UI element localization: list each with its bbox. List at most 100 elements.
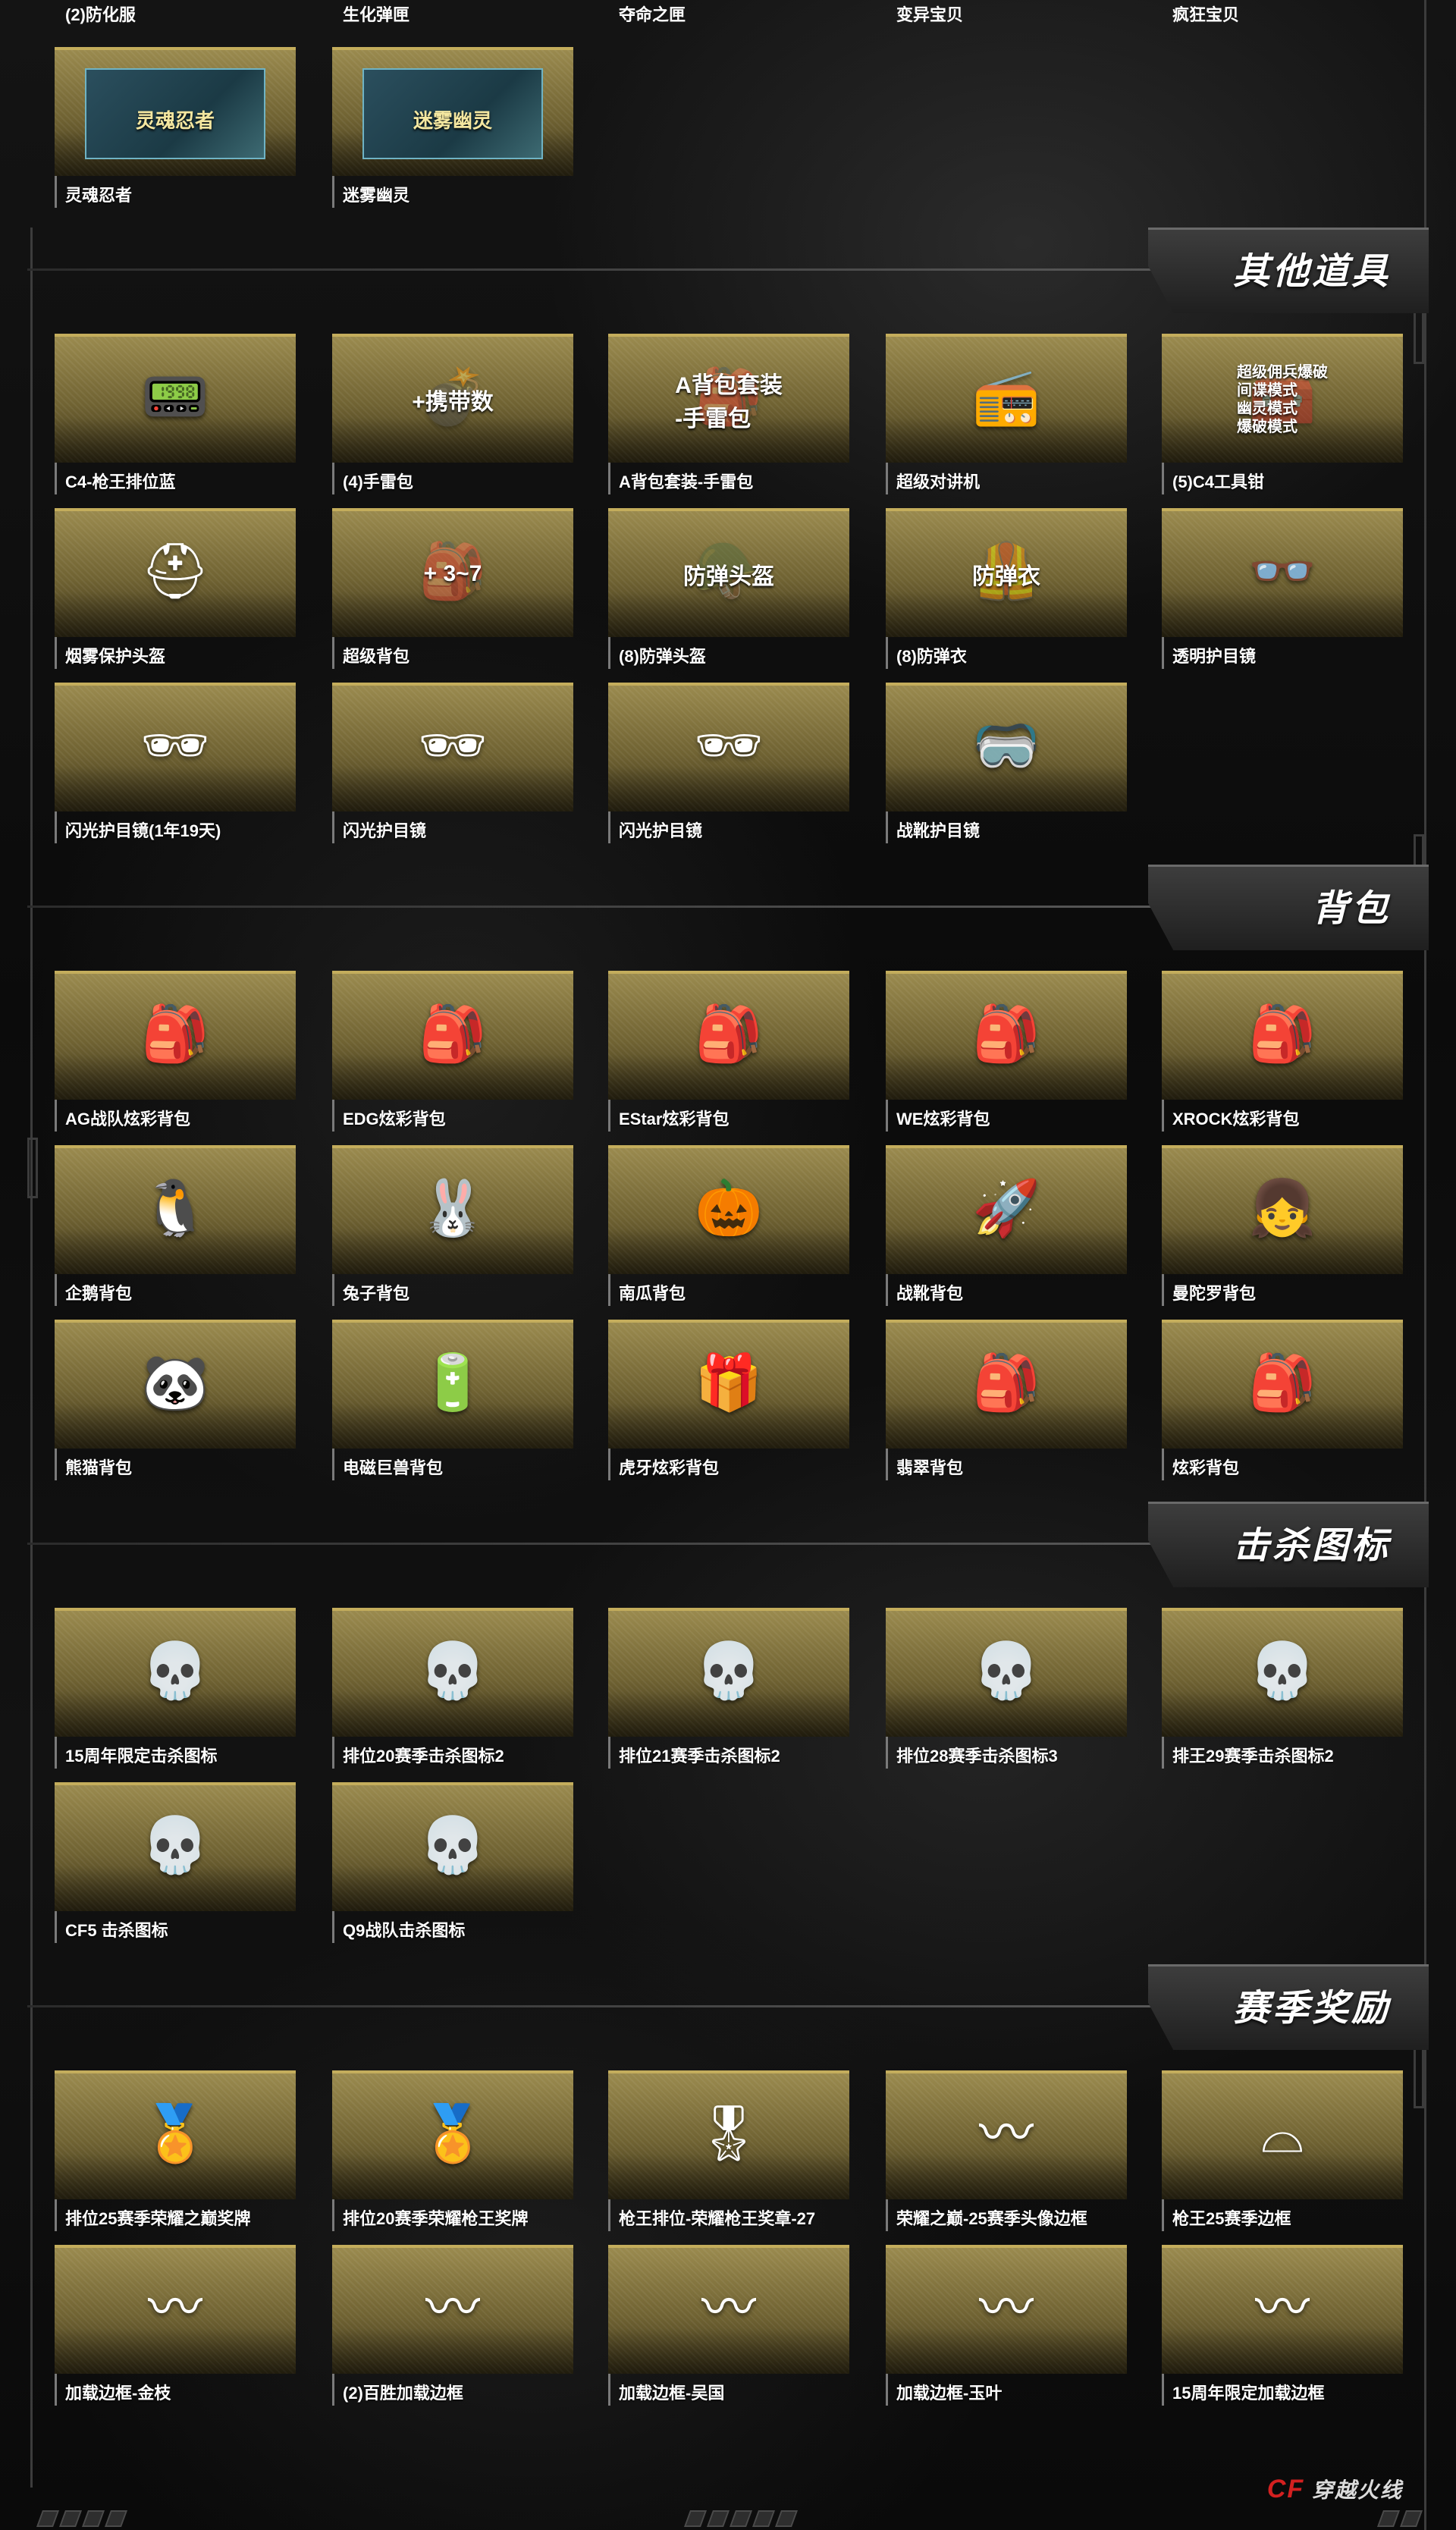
item-card[interactable]: 〰 15周年限定加载边框	[1162, 2245, 1403, 2419]
item-thumbnail[interactable]: 📟	[55, 334, 296, 463]
item-thumbnail[interactable]: 🎃	[608, 1145, 849, 1274]
item-thumbnail[interactable]: 💀	[332, 1782, 573, 1911]
item-thumbnail[interactable]: 🐧	[55, 1145, 296, 1274]
item-thumbnail[interactable]: 🦺 防弹衣	[886, 508, 1127, 637]
item-card[interactable]: 🕶 闪光护目镜	[608, 683, 849, 857]
item-thumbnail[interactable]: 🎒	[55, 971, 296, 1100]
item-thumbnail[interactable]: 灵魂忍者	[55, 47, 296, 176]
item-card[interactable]: 🎃 南瓜背包	[608, 1145, 849, 1320]
item-card[interactable]: 🎒 AG战队炫彩背包	[55, 971, 296, 1145]
item-thumbnail[interactable]: 🕶	[608, 683, 849, 811]
item-thumbnail[interactable]: 🎒 A背包套装 -手雷包	[608, 334, 849, 463]
item-thumbnail[interactable]: 🎖	[608, 2070, 849, 2199]
item-thumbnail[interactable]: 〰	[608, 2245, 849, 2374]
item-card[interactable]: 💣 +携带数 (4)手雷包	[332, 334, 573, 508]
item-thumbnail[interactable]: 👧	[1162, 1145, 1403, 1274]
item-thumbnail[interactable]: 💀	[332, 1608, 573, 1737]
item-thumbnail[interactable]: 🐼	[55, 1320, 296, 1449]
item-card[interactable]: 💀 Q9战队击杀图标	[332, 1782, 573, 1957]
item-card[interactable]: 🏅 排位25赛季荣耀之巅奖牌	[55, 2070, 296, 2245]
top-item-label[interactable]: 生化弹匣	[343, 2, 410, 26]
item-card[interactable]: 👓 透明护目镜	[1162, 508, 1403, 683]
item-card[interactable]: 🎒 EDG炫彩背包	[332, 971, 573, 1145]
item-card[interactable]: 💀 排王29赛季击杀图标2	[1162, 1608, 1403, 1782]
item-card[interactable]: 💀 15周年限定击杀图标	[55, 1608, 296, 1782]
top-item-label[interactable]: 变异宝贝	[896, 2, 963, 26]
item-thumbnail[interactable]: 🚀	[886, 1145, 1127, 1274]
item-thumbnail[interactable]: 📻	[886, 334, 1127, 463]
top-item-label[interactable]: (2)防化服	[65, 2, 136, 26]
item-card[interactable]: 💀 CF5 击杀图标	[55, 1782, 296, 1957]
item-card[interactable]: 〰荣耀之巅-25赛季头像边框	[886, 2070, 1127, 2245]
item-card[interactable]: 📟 C4-枪王排位蓝	[55, 334, 296, 508]
item-card[interactable]: 🎖 枪王排位-荣耀枪王奖章-27	[608, 2070, 849, 2245]
item-card[interactable]: 💀 排位20赛季击杀图标2	[332, 1608, 573, 1782]
item-card[interactable]: 🥽 战靴护目镜	[886, 683, 1127, 857]
item-thumbnail[interactable]: 🎒	[886, 1320, 1127, 1449]
item-thumbnail[interactable]: 〰	[332, 2245, 573, 2374]
top-item-label[interactable]: 夺命之匣	[619, 2, 686, 26]
item-card[interactable]: 📻 超级对讲机	[886, 334, 1127, 508]
item-card[interactable]: 🐰 兔子背包	[332, 1145, 573, 1320]
item-card[interactable]: 🎒 EStar炫彩背包	[608, 971, 849, 1145]
item-card[interactable]: 🎒 WE炫彩背包	[886, 971, 1127, 1145]
item-card[interactable]: 🧰 超级佣兵爆破 间谍模式 幽灵模式 爆破模式 (5)C4工具钳	[1162, 334, 1403, 508]
item-thumbnail[interactable]: 💀	[55, 1782, 296, 1911]
item-card[interactable]: 🕶 闪光护目镜	[332, 683, 573, 857]
item-card[interactable]: 🪖 防弹头盔 (8)防弹头盔	[608, 508, 849, 683]
item-thumbnail[interactable]: 🎒	[332, 971, 573, 1100]
item-thumbnail[interactable]: 🔋	[332, 1320, 573, 1449]
item-thumbnail[interactable]: 迷雾幽灵	[332, 47, 573, 176]
item-thumbnail[interactable]: 🏅	[332, 2070, 573, 2199]
item-card[interactable]: 迷雾幽灵 迷雾幽灵	[332, 47, 573, 221]
item-card[interactable]: 🚀 战靴背包	[886, 1145, 1127, 1320]
item-thumbnail[interactable]: 🎁	[608, 1320, 849, 1449]
item-thumbnail[interactable]: ⌓	[1162, 2070, 1403, 2199]
top-item-label[interactable]: 疯狂宝贝	[1172, 2, 1239, 26]
item-card[interactable]: 🐧 企鹅背包	[55, 1145, 296, 1320]
item-card[interactable]: 〰加载边框-吴国	[608, 2245, 849, 2419]
item-thumbnail[interactable]: 〰	[55, 2245, 296, 2374]
item-thumbnail[interactable]: 🎒	[886, 971, 1127, 1100]
item-thumbnail[interactable]: 🥽	[886, 683, 1127, 811]
item-card[interactable]: 🎒 炫彩背包	[1162, 1320, 1403, 1494]
item-thumbnail[interactable]: 〰	[886, 2245, 1127, 2374]
item-thumbnail[interactable]: 🐰	[332, 1145, 573, 1274]
item-card[interactable]: 🏅 排位20赛季荣耀枪王奖牌	[332, 2070, 573, 2245]
item-thumbnail[interactable]: 💀	[55, 1608, 296, 1737]
item-thumbnail[interactable]: 🪖 防弹头盔	[608, 508, 849, 637]
item-thumbnail[interactable]: 🎒 + 3~7	[332, 508, 573, 637]
item-card[interactable]: 灵魂忍者 灵魂忍者	[55, 47, 296, 221]
item-thumbnail[interactable]: 〰	[1162, 2245, 1403, 2374]
item-card[interactable]: 🎒 翡翠背包	[886, 1320, 1127, 1494]
item-card[interactable]: 💀 排位28赛季击杀图标3	[886, 1608, 1127, 1782]
item-thumbnail[interactable]: 💀	[608, 1608, 849, 1737]
item-thumbnail[interactable]: 🧰 超级佣兵爆破 间谍模式 幽灵模式 爆破模式	[1162, 334, 1403, 463]
item-card[interactable]: 🎒 + 3~7 超级背包	[332, 508, 573, 683]
item-card[interactable]: 🎒 A背包套装 -手雷包 A背包套装-手雷包	[608, 334, 849, 508]
item-thumbnail[interactable]: ⛑	[55, 508, 296, 637]
item-thumbnail[interactable]: 🏅	[55, 2070, 296, 2199]
item-thumbnail[interactable]: 🕶	[55, 683, 296, 811]
item-thumbnail[interactable]: 🎒	[1162, 971, 1403, 1100]
item-thumbnail[interactable]: 💣 +携带数	[332, 334, 573, 463]
item-card[interactable]: 🔋 电磁巨兽背包	[332, 1320, 573, 1494]
item-thumbnail[interactable]: 👓	[1162, 508, 1403, 637]
item-thumbnail[interactable]: 💀	[886, 1608, 1127, 1737]
item-thumbnail[interactable]: 💀	[1162, 1608, 1403, 1737]
item-card[interactable]: 🎒 XROCK炫彩背包	[1162, 971, 1403, 1145]
item-card[interactable]: 〰 (2)百胜加载边框	[332, 2245, 573, 2419]
item-card[interactable]: ⛑ 烟雾保护头盔	[55, 508, 296, 683]
item-card[interactable]: 🦺 防弹衣 (8)防弹衣	[886, 508, 1127, 683]
item-card[interactable]: 🐼 熊猫背包	[55, 1320, 296, 1494]
item-card[interactable]: 💀 排位21赛季击杀图标2	[608, 1608, 849, 1782]
item-thumbnail[interactable]: 🕶	[332, 683, 573, 811]
item-card[interactable]: 〰加载边框-玉叶	[886, 2245, 1127, 2419]
item-card[interactable]: 👧 曼陀罗背包	[1162, 1145, 1403, 1320]
item-card[interactable]: 〰加载边框-金枝	[55, 2245, 296, 2419]
item-thumbnail[interactable]: 🎒	[608, 971, 849, 1100]
item-card[interactable]: 🎁 虎牙炫彩背包	[608, 1320, 849, 1494]
item-thumbnail[interactable]: 〰	[886, 2070, 1127, 2199]
item-card[interactable]: ⌓ 枪王25赛季边框	[1162, 2070, 1403, 2245]
item-thumbnail[interactable]: 🎒	[1162, 1320, 1403, 1449]
